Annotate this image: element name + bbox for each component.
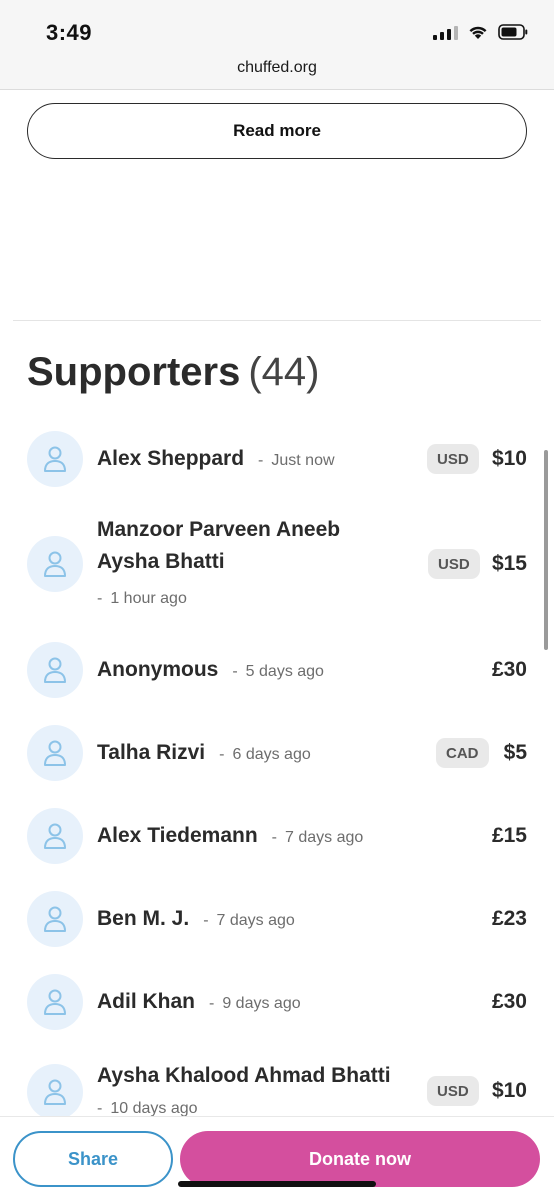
supporter-name-line: Adil Khan -9 days ago [97,990,301,1014]
supporter-row: Alex Sheppard - Just now USD $10 [0,431,554,487]
supporter-row: Manzoor Parveen Aneeb Aysha Bhatti -1 ho… [0,514,554,614]
currency-badge: USD [427,1076,479,1106]
supporter-time: -7 days ago [271,829,364,846]
supporter-time: -1 hour ago [97,590,187,607]
avatar [27,808,83,864]
donation-amount: £15 [491,824,527,847]
scrollbar[interactable] [544,450,548,650]
supporter-name-line: Anonymous -5 days ago [97,658,324,682]
section-divider [13,320,541,321]
home-indicator[interactable] [178,1181,376,1187]
currency-badge: CAD [436,738,489,768]
user-icon [44,551,66,577]
supporter-name: Manzoor Parveen Aneeb Aysha Bhatti [97,518,341,573]
donation-amount: $10 [491,447,527,470]
donate-now-button[interactable]: Donate now [180,1131,540,1187]
supporters-title: Supporters [27,350,241,394]
currency-badge: USD [427,444,479,474]
user-icon [44,446,66,472]
user-icon [44,989,66,1015]
supporters-count: (44) [248,350,320,394]
avatar [27,536,83,592]
supporter-row: Aysha Khalood Ahmad Bhatti -10 days ago … [0,1060,554,1116]
avatar [27,974,83,1030]
donation-amount: $10 [491,1079,527,1102]
supporter-row: Alex Tiedemann -7 days ago £15 [0,808,554,864]
user-icon [44,906,66,932]
supporter-time: -9 days ago [209,995,301,1012]
address-bar[interactable]: chuffed.org [0,59,554,77]
supporter-name: Anonymous [97,658,219,681]
supporters-heading: Supporters (44) [27,350,320,395]
status-time: 3:49 [46,20,93,45]
supporter-name: Ben M. J. [97,907,190,930]
supporter-time: - Just now [258,452,335,469]
supporter-row: Ben M. J. -7 days ago £23 [0,891,554,947]
supporter-name-line: Alex Tiedemann -7 days ago [97,824,363,848]
supporter-name: Aysha Khalood Ahmad Bhatti [97,1064,391,1087]
supporter-name: Adil Khan [97,990,195,1013]
supporter-name-line: Alex Sheppard - Just now [97,447,335,471]
user-icon [44,823,66,849]
status-icons [433,24,528,40]
supporter-name-line: Talha Rizvi -6 days ago [97,741,311,765]
supporter-time: -6 days ago [219,746,311,763]
bottom-action-bar: Share Donate now [0,1116,554,1200]
wifi-icon [468,25,488,40]
battery-icon [498,24,528,40]
supporter-name: Alex Sheppard [97,447,245,470]
supporter-name: Talha Rizvi [97,741,206,764]
supporter-name: Alex Tiedemann [97,824,258,847]
supporter-row: Adil Khan -9 days ago £30 [0,974,554,1030]
donation-amount: £30 [491,990,527,1013]
donation-amount: £30 [491,658,527,681]
user-icon [44,740,66,766]
user-icon [44,657,66,683]
read-more-button[interactable]: Read more [27,103,527,159]
avatar [27,725,83,781]
currency-badge: USD [428,549,480,579]
supporter-name-line: Ben M. J. -7 days ago [97,907,295,931]
supporter-time: -10 days ago [97,1100,198,1116]
supporter-row: Anonymous -5 days ago £30 [0,642,554,698]
avatar [27,891,83,947]
browser-chrome: 3:49 chuffed.org [0,0,554,90]
share-button[interactable]: Share [13,1131,173,1187]
avatar [27,642,83,698]
supporter-time: -7 days ago [203,912,295,929]
avatar [27,1064,83,1116]
donation-amount: $5 [503,741,527,764]
supporter-row: Talha Rizvi -6 days ago CAD $5 [0,725,554,781]
user-icon [44,1079,66,1105]
supporter-time: -5 days ago [232,663,324,680]
donation-amount: $15 [491,552,527,575]
cellular-signal-icon [433,24,458,40]
avatar [27,431,83,487]
donation-amount: £23 [491,907,527,930]
